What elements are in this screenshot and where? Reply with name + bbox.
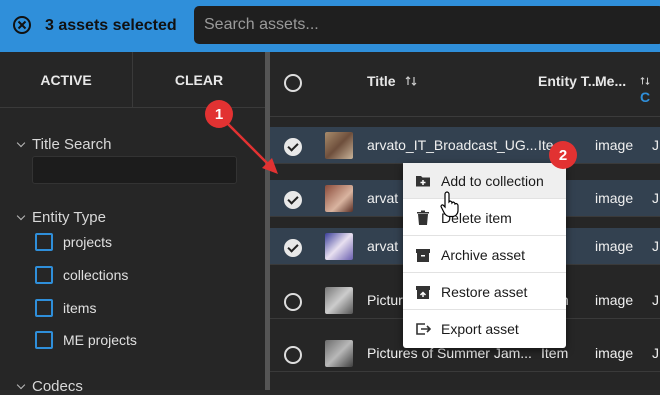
column-media[interactable]: Me... [595, 73, 626, 89]
select-all-checkbox[interactable] [284, 74, 302, 92]
entity-type-me-projects[interactable]: ME projects [35, 331, 137, 349]
selection-bar: 3 assets selected [0, 0, 660, 52]
row-checkbox[interactable] [284, 191, 302, 209]
codecs-section[interactable]: Codecs [16, 378, 83, 395]
menu-item-add-to-collection[interactable]: Add to collection [403, 163, 566, 199]
asset-title: arvat [367, 238, 399, 254]
checkbox[interactable] [35, 266, 53, 284]
checkbox-label: projects [63, 234, 113, 250]
asset-title: arvato_IT_Broadcast_UG... [367, 137, 538, 153]
title-search-label: Title Search [32, 136, 112, 153]
menu-item-label: Add to collection [441, 172, 544, 189]
asset-extra: J [652, 292, 659, 308]
selection-count: 3 assets selected [45, 17, 177, 34]
chevron-down-icon [16, 211, 26, 221]
entity-type-section[interactable]: Entity Type [16, 209, 106, 226]
search-input[interactable] [194, 6, 660, 44]
title-search-section[interactable]: Title Search [16, 136, 112, 153]
asset-extra: J [652, 238, 659, 254]
checkbox-label: items [63, 300, 97, 316]
clear-button[interactable]: CLEAR [133, 52, 265, 108]
menu-item-archive[interactable]: Archive asset [403, 237, 566, 273]
archive-icon [416, 248, 430, 262]
sort-icon [640, 76, 650, 86]
table-header: Title Entity T... Me... C [270, 52, 660, 117]
folder-plus-icon [416, 175, 430, 186]
asset-thumbnail [325, 233, 353, 260]
menu-item-label: Archive asset [441, 246, 526, 263]
checkbox[interactable] [35, 233, 53, 251]
column-extra-label: C [640, 89, 651, 105]
column-title[interactable]: Title [367, 73, 417, 89]
row-checkbox[interactable] [284, 239, 302, 257]
asset-title: arvat [367, 190, 399, 206]
context-menu: Add to collection Delete item Archive as… [403, 163, 566, 348]
entity-type-collections[interactable]: collections [35, 266, 128, 284]
asset-media: image [595, 137, 634, 153]
active-button[interactable]: ACTIVE [0, 52, 132, 108]
asset-extra: J [652, 137, 659, 153]
asset-thumbnail [325, 340, 353, 367]
asset-media: image [595, 292, 634, 308]
column-entity-type[interactable]: Entity T... [538, 73, 599, 89]
asset-thumbnail [325, 185, 353, 212]
asset-extra: J [652, 345, 659, 361]
codecs-label: Codecs [32, 378, 83, 395]
table-row[interactable]: arvato_IT_Broadcast_UG... Ite image J [270, 127, 660, 164]
entity-type-projects[interactable]: projects [35, 233, 112, 251]
sort-icon [405, 76, 417, 86]
menu-item-restore[interactable]: Restore asset [403, 274, 566, 310]
column-title-label: Title [367, 73, 396, 89]
row-checkbox[interactable] [284, 293, 302, 311]
annotation-badge-2: 2 [549, 141, 577, 169]
restore-icon [416, 285, 430, 299]
asset-extra: J [652, 190, 659, 206]
menu-item-export[interactable]: Export asset [403, 311, 566, 347]
asset-title: Pictur [367, 292, 403, 308]
menu-item-label: Export asset [441, 321, 519, 337]
chevron-down-icon [16, 380, 26, 390]
checkbox-label: ME projects [63, 332, 137, 348]
asset-media: image [595, 190, 634, 206]
checkbox[interactable] [35, 331, 53, 349]
export-icon [416, 323, 431, 335]
title-search-input[interactable] [32, 156, 237, 184]
trash-icon [417, 210, 429, 225]
menu-item-label: Restore asset [441, 283, 528, 300]
entity-type-label: Entity Type [32, 209, 106, 226]
asset-media: image [595, 345, 634, 361]
close-circle-icon[interactable] [12, 15, 32, 35]
checkbox-label: collections [63, 267, 129, 283]
menu-item-label: Delete item [441, 209, 512, 226]
asset-thumbnail [325, 132, 353, 159]
menu-item-delete[interactable]: Delete item [403, 200, 566, 236]
entity-type-items[interactable]: items [35, 299, 96, 317]
column-extra[interactable]: C [640, 73, 660, 105]
asset-media: image [595, 238, 634, 254]
asset-thumbnail [325, 287, 353, 314]
row-checkbox[interactable] [284, 138, 302, 156]
checkbox[interactable] [35, 299, 53, 317]
chevron-down-icon [16, 138, 26, 148]
row-checkbox[interactable] [284, 346, 302, 364]
annotation-badge-1: 1 [205, 100, 233, 128]
